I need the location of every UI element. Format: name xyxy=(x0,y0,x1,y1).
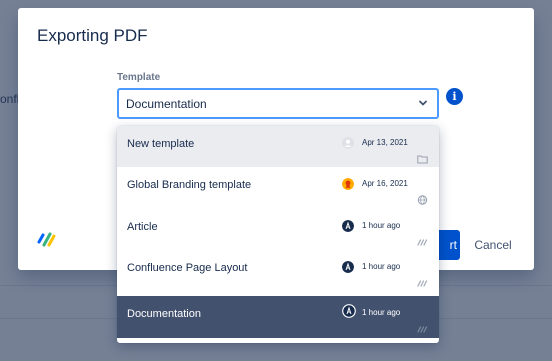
template-option-label: Global Branding template xyxy=(127,179,252,191)
chevron-down-icon xyxy=(419,100,427,106)
template-option-label: Article xyxy=(127,221,158,233)
folder-icon xyxy=(417,155,428,164)
template-option-date: Apr 16, 2021 xyxy=(362,179,408,188)
template-option-label: Documentation xyxy=(127,308,201,320)
template-option-date: Apr 13, 2021 xyxy=(362,138,408,147)
user-avatar-icon xyxy=(342,261,354,273)
template-option[interactable]: Confluence Page Layout 1 hour ago xyxy=(117,250,439,291)
dialog-title: Exporting PDF xyxy=(37,26,148,45)
template-option-date: 1 hour ago xyxy=(362,308,401,317)
info-icon[interactable]: i xyxy=(446,88,463,105)
template-select-value: Documentation xyxy=(126,97,207,111)
cancel-button[interactable]: Cancel xyxy=(466,230,520,260)
badge-avatar-icon xyxy=(342,178,354,190)
template-option[interactable]: New template Apr 13, 2021 xyxy=(117,126,439,167)
app-logo-icon xyxy=(417,239,428,246)
app-logo-icon xyxy=(37,232,56,247)
template-option-date: 1 hour ago xyxy=(362,221,401,230)
template-option[interactable]: Article 1 hour ago xyxy=(117,209,439,250)
globe-icon xyxy=(417,195,428,205)
default-avatar-icon xyxy=(342,137,354,149)
template-option[interactable]: Global Branding template Apr 16, 2021 xyxy=(117,167,439,208)
template-select[interactable]: Documentation xyxy=(117,88,439,119)
template-option-label: Confluence Page Layout xyxy=(127,262,248,274)
app-logo-icon xyxy=(417,280,428,287)
user-avatar-icon xyxy=(342,304,356,318)
template-option-date: 1 hour ago xyxy=(362,262,401,271)
app-logo-icon xyxy=(417,326,428,333)
template-option-selected[interactable]: Documentation 1 hour ago xyxy=(117,296,439,338)
user-avatar-icon xyxy=(342,220,354,232)
template-dropdown-menu: New template Apr 13, 2021 Global Brandin… xyxy=(117,126,439,343)
template-option-label: New template xyxy=(127,138,195,150)
template-field-label: Template xyxy=(117,72,161,83)
